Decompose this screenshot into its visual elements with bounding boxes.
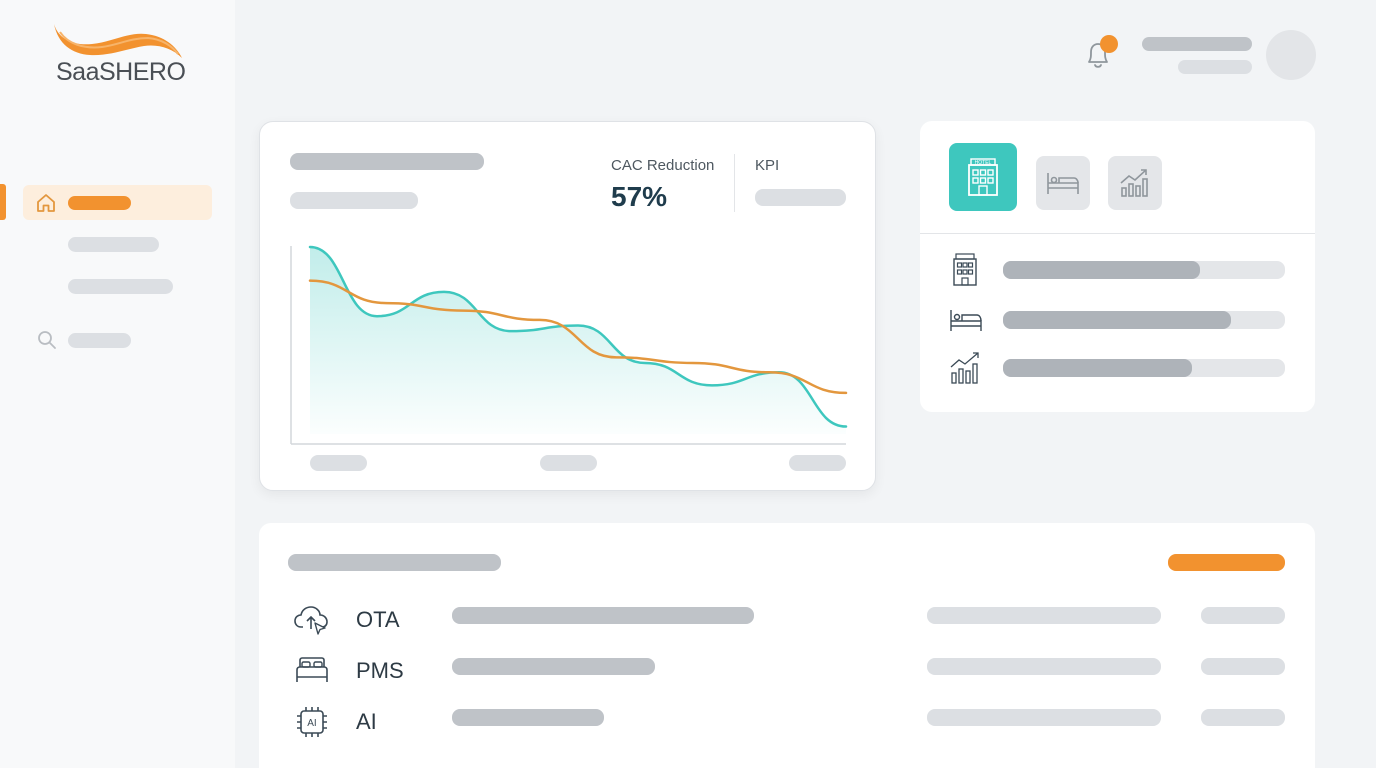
bed-icon xyxy=(1047,173,1079,194)
user-name-placeholder xyxy=(1142,37,1252,51)
bed-icon xyxy=(950,310,982,331)
notification-badge xyxy=(1100,35,1118,53)
hotel-icon: HOTEL xyxy=(968,158,998,196)
kpi-chart-card: CAC Reduction 57% KPI xyxy=(259,121,876,491)
brand-name: SaaSHERO xyxy=(56,58,186,86)
sidebar-item-label xyxy=(68,279,173,294)
summary-row xyxy=(948,251,1288,291)
card-title-placeholder xyxy=(288,554,501,571)
progress-fill xyxy=(1003,261,1201,279)
integration-value-placeholder xyxy=(1201,658,1285,675)
sidebar-item-label xyxy=(68,195,131,210)
progress-track xyxy=(1003,359,1285,377)
property-summary-card: HOTEL xyxy=(920,121,1315,412)
bed-icon xyxy=(296,657,328,682)
sidebar-item-label xyxy=(68,332,131,348)
integration-status-placeholder xyxy=(927,607,1161,624)
progress-fill xyxy=(1003,359,1192,377)
progress-track xyxy=(1003,261,1285,279)
tab-hotel[interactable]: HOTEL xyxy=(949,143,1017,211)
integration-label-ai: AI xyxy=(356,709,377,734)
x-tick-label-placeholder xyxy=(789,455,846,471)
progress-track xyxy=(1003,311,1285,329)
integration-value-placeholder xyxy=(1201,607,1285,624)
user-role-placeholder xyxy=(1178,60,1252,74)
sidebar-item[interactable] xyxy=(68,237,159,252)
tab-rooms[interactable] xyxy=(1036,156,1090,210)
hotel-sign-label: HOTEL xyxy=(975,160,992,166)
integration-status-placeholder xyxy=(927,658,1161,675)
integration-description-placeholder xyxy=(452,607,754,624)
svg-text:AI: AI xyxy=(307,718,316,729)
sidebar-item-search[interactable] xyxy=(36,329,131,351)
chart-area-fill xyxy=(310,247,846,434)
hotel-icon xyxy=(953,253,977,286)
search-icon xyxy=(36,329,58,351)
integration-label-pms: PMS xyxy=(356,658,404,683)
integration-value-placeholder xyxy=(1201,709,1285,726)
trend-chart xyxy=(290,245,848,471)
sidebar-item-label xyxy=(68,237,159,252)
nav-active-indicator xyxy=(0,184,6,220)
cloud-upload-icon xyxy=(294,606,328,635)
avatar[interactable] xyxy=(1266,30,1316,80)
sidebar: SaaSHERO xyxy=(0,0,235,768)
home-icon xyxy=(35,192,57,214)
integrations-card: OTA PMS AI AI xyxy=(259,523,1315,768)
summary-row xyxy=(948,350,1288,390)
sidebar-item-home[interactable] xyxy=(23,185,212,220)
integration-description-placeholder xyxy=(452,709,604,726)
ai-chip-icon: AI xyxy=(297,707,327,737)
tab-analytics[interactable] xyxy=(1108,156,1162,210)
growth-chart-icon xyxy=(1120,169,1148,197)
x-tick-label-placeholder xyxy=(310,455,367,471)
brand-logo[interactable]: SaaSHERO xyxy=(50,22,200,92)
x-tick-label-placeholder xyxy=(540,455,597,471)
sidebar-item[interactable] xyxy=(68,279,173,294)
card-divider xyxy=(920,233,1315,234)
progress-fill xyxy=(1003,311,1232,329)
integration-description-placeholder xyxy=(452,658,655,675)
primary-action-button[interactable] xyxy=(1168,554,1285,571)
integration-status-placeholder xyxy=(927,709,1161,726)
integration-label-ota: OTA xyxy=(356,607,400,632)
summary-row xyxy=(948,302,1288,342)
growth-chart-icon xyxy=(950,352,979,384)
